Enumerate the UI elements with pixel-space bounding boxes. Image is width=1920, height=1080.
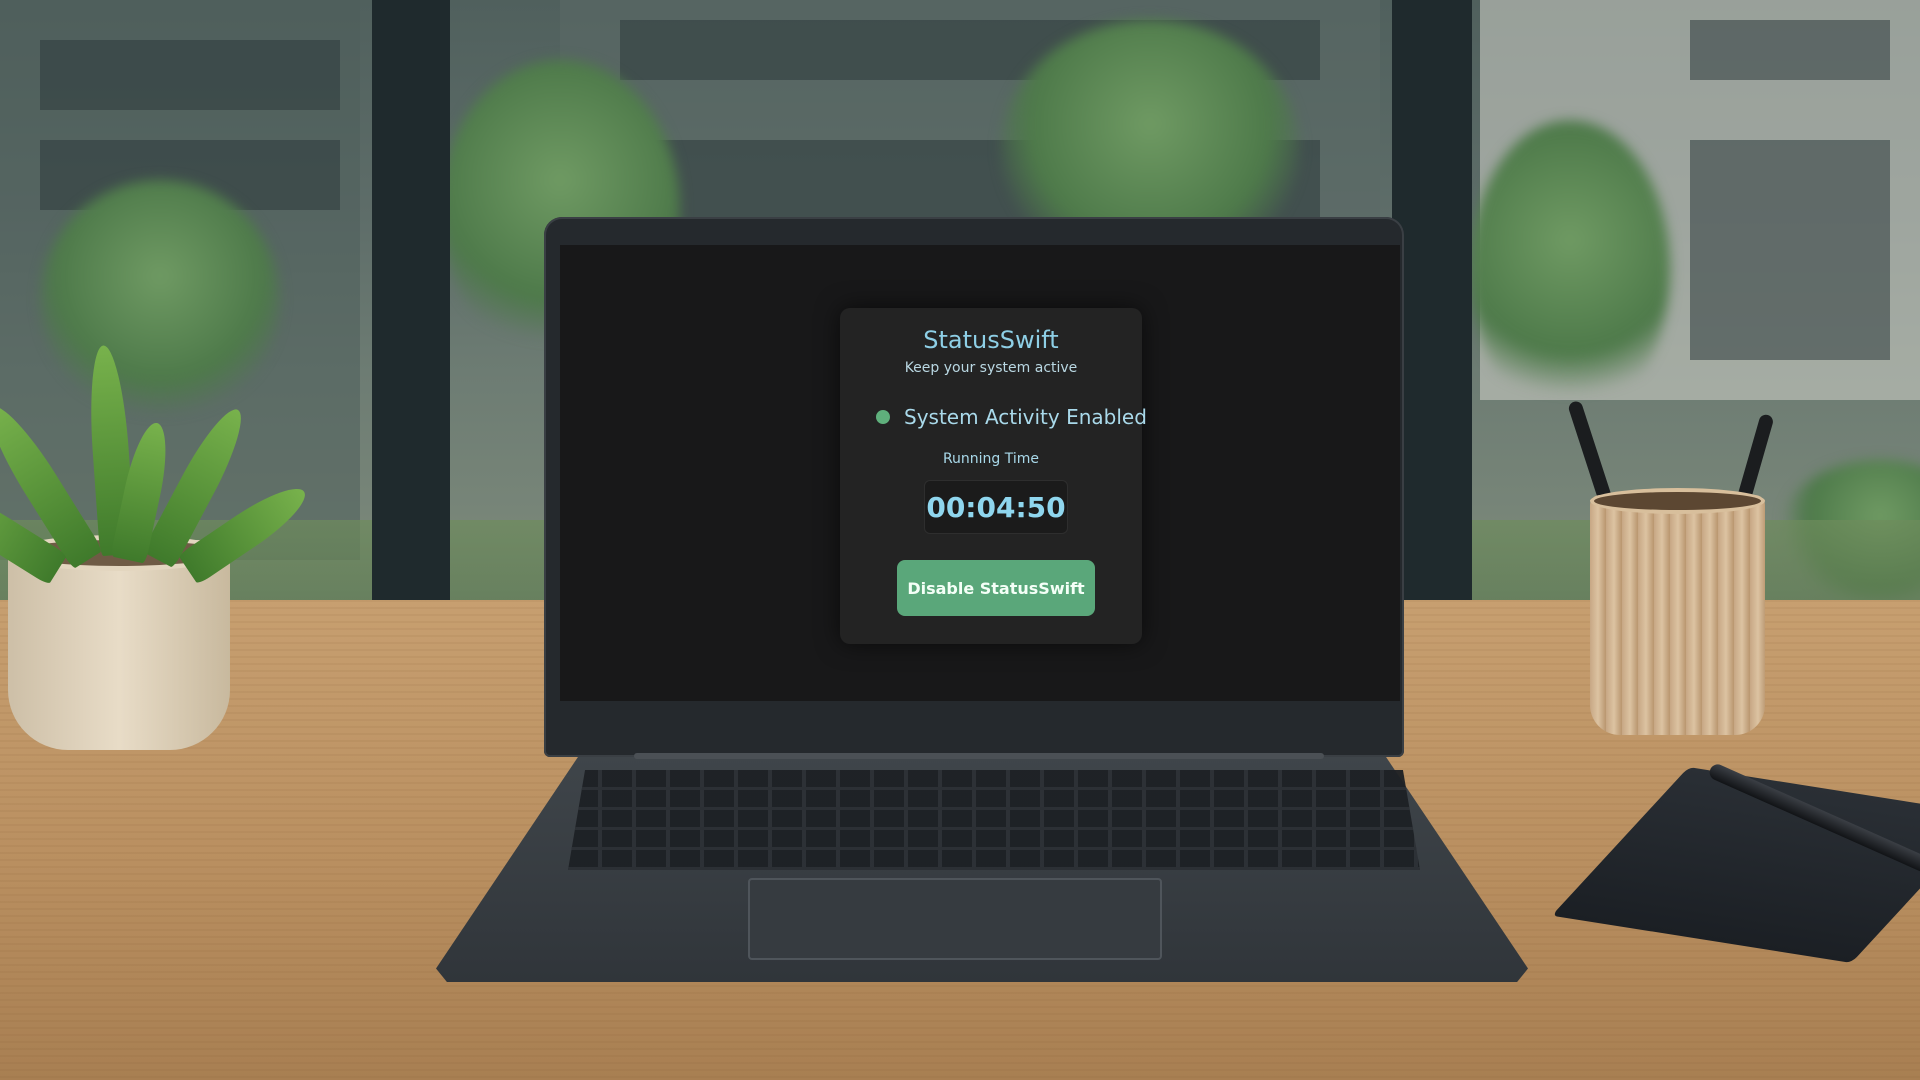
laptop-hinge [634,753,1324,759]
timer-label: Running Time [942,451,1040,467]
pencil-cup [1590,495,1765,735]
trackpad [748,878,1162,960]
status-indicator-icon [876,410,890,424]
building-window [40,40,340,110]
window-frame [1392,0,1472,610]
status-text: System Activity Enabled [904,405,1147,429]
status-row: System Activity Enabled [876,404,1147,430]
building-window [1690,20,1890,80]
statusswift-panel: StatusSwift Keep your system active Syst… [840,308,1147,644]
tree [40,180,280,420]
timer-display: 00:04:50 [924,480,1068,534]
window-frame [372,0,450,610]
laptop-screen: StatusSwift Keep your system active Syst… [560,245,1400,701]
disable-statusswift-button[interactable]: Disable StatusSwift [897,560,1095,616]
tree [1470,120,1670,420]
pencil-cup-rim [1590,488,1765,514]
timer-value: 00:04:50 [926,490,1066,524]
building-window [1690,140,1890,360]
keyboard-rows [568,770,1420,870]
app-title: StatusSwift [923,326,1059,354]
app-subtitle: Keep your system active [904,360,1078,376]
